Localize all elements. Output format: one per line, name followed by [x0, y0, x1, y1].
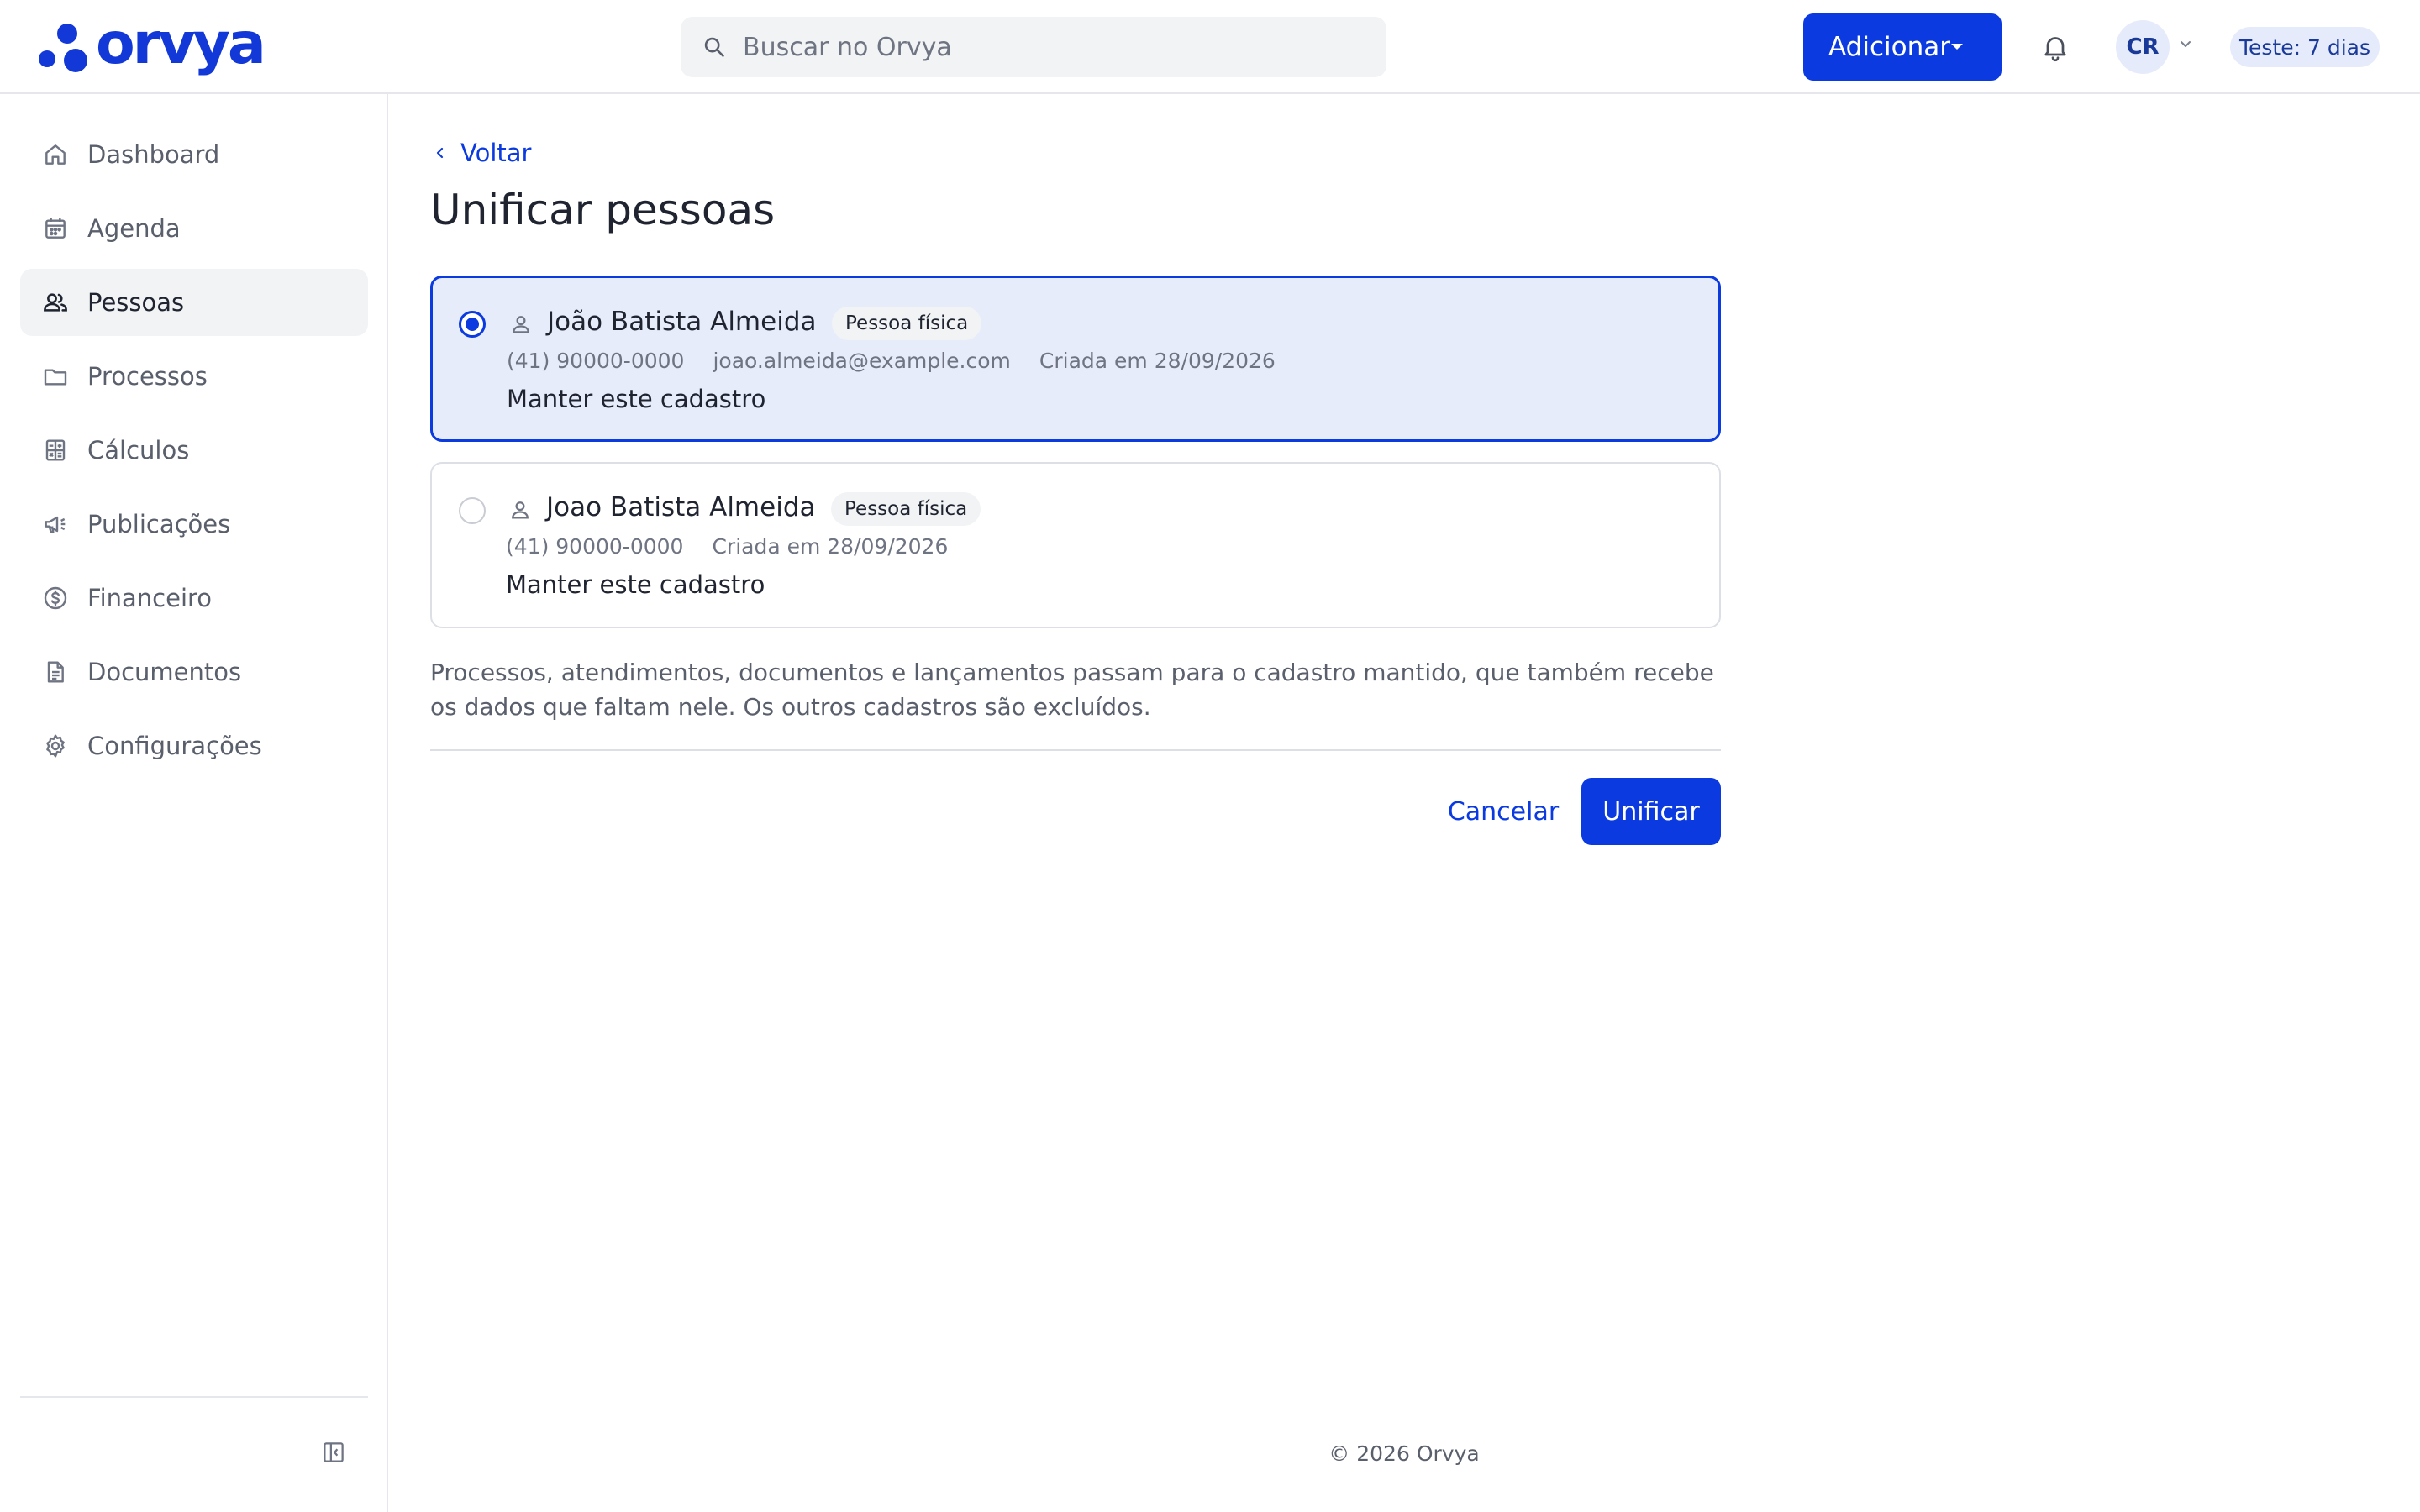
- logo-mark-icon: [39, 20, 87, 74]
- sidebar-item-financeiro[interactable]: Financeiro: [20, 564, 368, 632]
- folder-icon: [44, 369, 67, 386]
- record-phone: (41) 90000-0000: [506, 534, 684, 559]
- calendar-icon: [45, 218, 66, 239]
- sidebar-item-calculos[interactable]: Cálculos: [20, 417, 368, 484]
- search-box[interactable]: [681, 17, 1386, 77]
- person-icon: [512, 501, 529, 519]
- chevron-down-icon[interactable]: [2178, 39, 2193, 50]
- add-button[interactable]: Adicionar: [1803, 13, 2002, 81]
- sidebar-item-label: Dashboard: [87, 140, 220, 169]
- avatar-initials: CR: [2126, 34, 2160, 60]
- record-type-badge: Pessoa física: [832, 307, 982, 340]
- brand-logo[interactable]: orvya: [39, 11, 266, 77]
- user-avatar[interactable]: CR: [2116, 20, 2170, 74]
- record-phone: (41) 90000-0000: [507, 349, 685, 373]
- megaphone-icon: [45, 516, 66, 533]
- sidebar-item-label: Publicações: [87, 510, 231, 538]
- sidebar-item-agenda[interactable]: Agenda: [20, 195, 368, 262]
- record-name: Joao Batista Almeida: [546, 492, 816, 522]
- top-bar: orvya Adicionar CR Teste: 7 dias: [0, 0, 2420, 94]
- record-meta: (41) 90000-0000 Criada em 28/09/2026: [506, 533, 976, 561]
- record-radio[interactable]: [459, 311, 486, 338]
- search-icon: [704, 37, 724, 57]
- sidebar-item-processos[interactable]: Processos: [20, 343, 368, 410]
- sidebar-item-label: Pessoas: [87, 288, 185, 317]
- sidebar-item-pessoas[interactable]: Pessoas: [20, 269, 368, 336]
- back-link-label: Voltar: [460, 139, 532, 167]
- dollar-icon: [44, 586, 67, 610]
- unify-button[interactable]: Unificar: [1581, 778, 1721, 845]
- divider: [430, 749, 1721, 751]
- sidebar-item-label: Configurações: [87, 732, 262, 760]
- home-icon: [45, 144, 66, 165]
- document-icon: [47, 661, 64, 683]
- record-created: Criada em 28/09/2026: [1039, 349, 1276, 373]
- logo-wordmark: orvya: [96, 11, 266, 77]
- sidebar: Dashboard Agenda Pessoas Processos Cálcu…: [0, 94, 388, 1512]
- trial-label: Teste: 7 dias: [2239, 34, 2370, 60]
- record-keep-label: Manter este cadastro: [507, 385, 766, 413]
- trial-badge[interactable]: Teste: 7 dias: [2230, 27, 2380, 67]
- calculator-icon: [45, 439, 66, 461]
- sidebar-item-label: Processos: [87, 362, 208, 391]
- sidebar-item-dashboard[interactable]: Dashboard: [20, 121, 368, 188]
- sidebar-item-publicacoes[interactable]: Publicações: [20, 491, 368, 558]
- merge-notice: Processos, atendimentos, documentos e la…: [430, 659, 1714, 721]
- sidebar-divider: [20, 1396, 368, 1398]
- record-email: joao.almeida@example.com: [713, 349, 1011, 373]
- bell-icon[interactable]: [2040, 30, 2070, 64]
- record-type-badge: Pessoa física: [831, 492, 981, 526]
- record-name: João Batista Almeida: [547, 307, 817, 337]
- record-card[interactable]: Joao Batista Almeida Pessoa física (41) …: [430, 462, 1721, 628]
- person-icon: [513, 316, 529, 333]
- people-icon: [44, 293, 67, 312]
- chevron-left-icon: [436, 147, 444, 159]
- page-title: Unificar pessoas: [430, 186, 776, 234]
- sidebar-collapse-icon[interactable]: [321, 1440, 346, 1465]
- sidebar-item-configuracoes[interactable]: Configurações: [20, 712, 368, 780]
- search-input[interactable]: [743, 17, 1365, 77]
- add-button-label: Adicionar: [1828, 32, 1950, 62]
- footer-copyright: © 2026 Orvya: [1328, 1441, 1480, 1466]
- record-meta: (41) 90000-0000 joao.almeida@example.com…: [507, 347, 1304, 375]
- sidebar-item-documentos[interactable]: Documentos: [20, 638, 368, 706]
- sidebar-item-label: Documentos: [87, 658, 242, 686]
- cancel-button[interactable]: Cancelar: [1434, 778, 1573, 845]
- sidebar-item-label: Financeiro: [87, 584, 213, 612]
- sidebar-item-label: Agenda: [87, 214, 181, 243]
- sidebar-item-label: Cálculos: [87, 436, 190, 465]
- caret-down-icon: [1951, 44, 1963, 50]
- record-created: Criada em 28/09/2026: [712, 534, 949, 559]
- back-link[interactable]: Voltar: [432, 136, 531, 170]
- record-radio[interactable]: [459, 497, 486, 524]
- gear-icon: [46, 734, 65, 758]
- record-keep-label: Manter este cadastro: [506, 570, 765, 599]
- record-card[interactable]: João Batista Almeida Pessoa física (41) …: [430, 276, 1721, 442]
